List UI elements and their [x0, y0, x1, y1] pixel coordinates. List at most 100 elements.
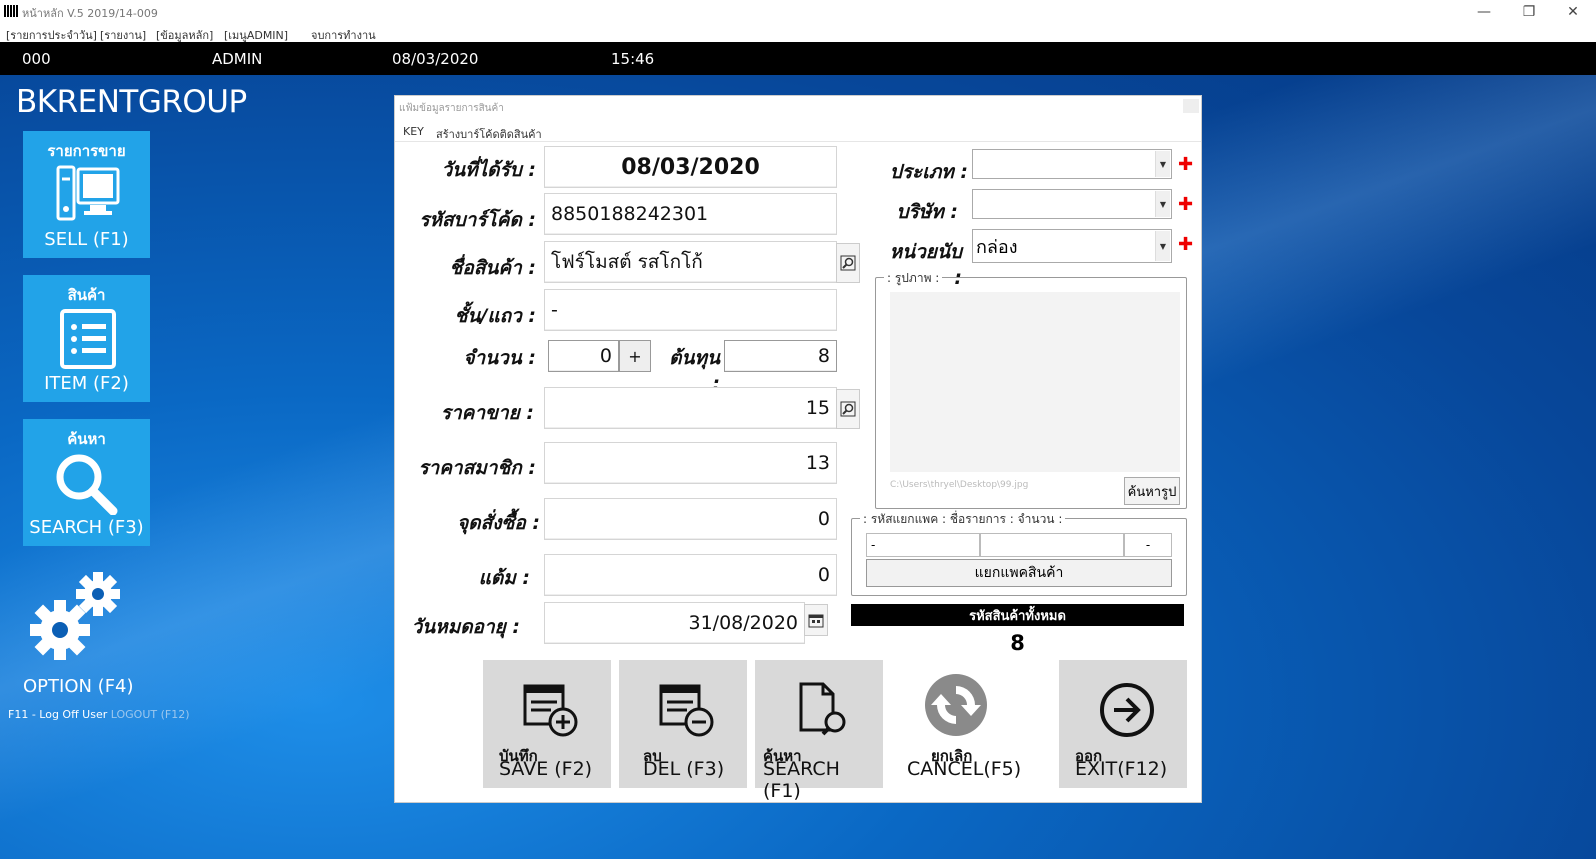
quantity-field[interactable]: 0: [548, 340, 619, 372]
product-image: [890, 292, 1180, 472]
exit-button[interactable]: ออก EXIT(F12): [1059, 660, 1187, 788]
cancel-label: CANCEL(F5): [907, 758, 1022, 780]
save-button[interactable]: บันทึก SAVE (F2): [483, 660, 611, 788]
logoff-user-link[interactable]: F11 - Log Off User: [8, 708, 107, 721]
sell-tile[interactable]: รายการขาย SELL (F1): [23, 131, 150, 258]
received-date-field[interactable]: 08/03/2020: [544, 146, 837, 188]
points-field[interactable]: 0: [544, 554, 837, 596]
quantity-label: จำนวน :: [463, 347, 536, 369]
sell-tile-label: SELL (F1): [44, 229, 129, 250]
split-pack-button[interactable]: แยกแพคสินค้า: [866, 559, 1172, 587]
search-doc-icon: [799, 682, 846, 736]
image-group-label: : รูปภาพ :: [884, 269, 943, 288]
required-icon: ✚: [1178, 194, 1194, 215]
search-tile-label: SEARCH (F3): [29, 517, 144, 538]
search-label: SEARCH (F1): [763, 758, 840, 802]
pack-code-field[interactable]: -: [866, 533, 980, 557]
delete-button[interactable]: ลบ DEL (F3): [619, 660, 747, 788]
price-lookup-button[interactable]: [836, 389, 860, 429]
dialog-menu: KEY สร้างบาร์โค้ดติดสินค้า: [395, 122, 1201, 142]
expiry-date-field[interactable]: 31/08/2020: [544, 602, 805, 644]
lookup-icon: [840, 401, 856, 417]
reorder-point-field[interactable]: 0: [544, 498, 837, 540]
save-doc-icon: [523, 684, 578, 737]
calendar-icon: [808, 614, 824, 628]
delete-doc-icon: [659, 684, 714, 737]
unit-select-value: กล่อง: [976, 236, 1018, 258]
reorder-point-label: จุดสั่งซื้อ :: [457, 512, 540, 534]
dialog-title: แฟ้มข้อมูลรายการสินค้า: [399, 103, 504, 114]
required-icon: ✚: [1178, 234, 1194, 255]
status-date: 08/03/2020: [392, 50, 479, 68]
cancel-button[interactable]: ยกเลิก CANCEL(F5): [891, 660, 1022, 788]
unit-select[interactable]: กล่อง ▼: [972, 229, 1172, 263]
member-price-label: ราคาสมาชิก :: [418, 457, 536, 479]
chevron-down-icon[interactable]: ▼: [1155, 231, 1170, 261]
company-label: บริษัท :: [896, 201, 958, 223]
delete-label: DEL (F3): [643, 758, 725, 780]
find-image-button[interactable]: ค้นหารูป: [1124, 477, 1180, 505]
points-label: แต้ม :: [478, 567, 530, 589]
pack-split-group-label: : รหัสแยกแพค : ชื่อรายการ : จำนวน :: [860, 510, 1066, 529]
refresh-icon: [925, 674, 987, 736]
status-user: ADMIN: [212, 50, 263, 68]
item-tile-thai: สินค้า: [67, 286, 106, 304]
search-button[interactable]: ค้นหา SEARCH (F1): [755, 660, 883, 802]
exit-arrow-icon: [1100, 683, 1154, 737]
type-label: ประเภท :: [889, 161, 968, 183]
total-products-value: 8: [1010, 631, 1025, 655]
brand-logo-text: BKRENTGROUP: [16, 84, 247, 120]
sell-tile-thai: รายการขาย: [47, 142, 126, 160]
close-button[interactable]: ✕: [1550, 0, 1596, 24]
price-field[interactable]: 15: [544, 387, 837, 429]
expiry-date-label: วันหมดอายุ :: [411, 616, 520, 638]
total-products-label: รหัสสินค้าทั้งหมด: [851, 604, 1184, 626]
status-bar: 000 ADMIN 08/03/2020 15:46: [0, 42, 1596, 75]
lookup-icon: [840, 255, 856, 271]
type-select[interactable]: ▼: [972, 149, 1172, 179]
window-title: หน้าหลัก V.5 2019/14-009: [22, 7, 158, 20]
product-name-label: ชื่อสินค้า :: [449, 257, 536, 279]
pack-name-field[interactable]: [980, 533, 1124, 557]
dialog-menu-barcode[interactable]: สร้างบาร์โค้ดติดสินค้า: [436, 125, 542, 143]
cost-field[interactable]: 8: [724, 340, 837, 372]
calendar-button[interactable]: [804, 604, 828, 636]
option-label[interactable]: OPTION (F4): [23, 676, 134, 697]
magnifier-icon: [56, 454, 118, 515]
company-select[interactable]: ▼: [972, 189, 1172, 219]
received-date-label: วันที่ได้รับ :: [441, 159, 536, 181]
product-lookup-button[interactable]: [836, 243, 860, 283]
product-name-field[interactable]: โฟร์โมสต์ รสโกโก้: [544, 241, 837, 283]
search-tile[interactable]: ค้นหา SEARCH (F3): [23, 419, 150, 546]
chevron-down-icon[interactable]: ▼: [1155, 151, 1170, 177]
pos-computer-icon: [56, 165, 120, 221]
save-label: SAVE (F2): [499, 758, 593, 780]
item-tile-label: ITEM (F2): [44, 373, 129, 394]
menu-bar: [รายการประจำวัน] [รายงาน] [ข้อมูลหลัก] […: [0, 24, 1596, 42]
list-icon: [60, 309, 116, 369]
quantity-plus-button[interactable]: +: [619, 340, 651, 372]
shelf-field[interactable]: -: [544, 289, 837, 331]
item-tile[interactable]: สินค้า ITEM (F2): [23, 275, 150, 402]
status-code: 000: [22, 50, 51, 68]
title-bar: หน้าหลัก V.5 2019/14-009 — ❐ ✕: [0, 0, 1596, 24]
barcode-label: รหัสบาร์โค้ด :: [419, 209, 536, 231]
price-label: ราคาขาย :: [440, 402, 534, 424]
pack-qty-field[interactable]: -: [1124, 533, 1172, 557]
status-time: 15:46: [611, 50, 655, 68]
dialog-close-button[interactable]: [1183, 99, 1199, 113]
exit-label: EXIT(F12): [1075, 758, 1168, 780]
search-tile-thai: ค้นหา: [67, 430, 106, 448]
shelf-label: ชั้น/แถว :: [454, 305, 536, 327]
member-price-field[interactable]: 13: [544, 442, 837, 484]
barcode-field[interactable]: 8850188242301: [544, 193, 837, 235]
barcode-icon: [4, 5, 18, 17]
chevron-down-icon[interactable]: ▼: [1155, 191, 1170, 217]
gear-icon[interactable]: [28, 568, 124, 664]
required-icon: ✚: [1178, 154, 1194, 175]
restore-button[interactable]: ❐: [1506, 0, 1552, 24]
dialog-menu-key[interactable]: KEY: [403, 125, 424, 138]
logoff-text: F11 - Log Off User LOGOUT (F12): [8, 708, 190, 721]
minimize-button[interactable]: —: [1461, 0, 1507, 24]
logout-link[interactable]: LOGOUT (F12): [111, 708, 190, 721]
